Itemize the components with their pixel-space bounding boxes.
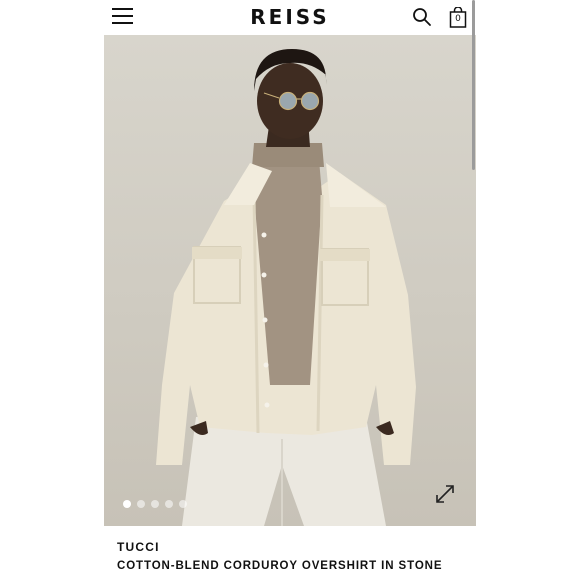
gallery-dots — [123, 500, 187, 508]
model-illustration — [156, 49, 416, 526]
product-image[interactable] — [104, 35, 476, 526]
product-page: REISS 0 TUCCI COTTON-BLEND CORDUROY OVER… — [104, 0, 476, 580]
product-brand: TUCCI — [117, 540, 160, 554]
gallery-dot[interactable] — [123, 500, 131, 508]
gallery-dot[interactable] — [179, 500, 187, 508]
scrollbar[interactable] — [472, 0, 475, 170]
product-title: COTTON-BLEND CORDUROY OVERSHIRT IN STONE — [117, 560, 443, 572]
site-header: REISS 0 — [104, 0, 476, 34]
expand-arrows-icon[interactable] — [434, 483, 456, 505]
shopping-bag-icon[interactable]: 0 — [449, 7, 467, 28]
product-info: TUCCI COTTON-BLEND CORDUROY OVERSHIRT IN… — [117, 540, 467, 572]
search-icon[interactable] — [412, 7, 432, 27]
gallery-dot[interactable] — [151, 500, 159, 508]
gallery-dot[interactable] — [165, 500, 173, 508]
bag-count: 0 — [455, 14, 461, 24]
gallery-dot[interactable] — [137, 500, 145, 508]
